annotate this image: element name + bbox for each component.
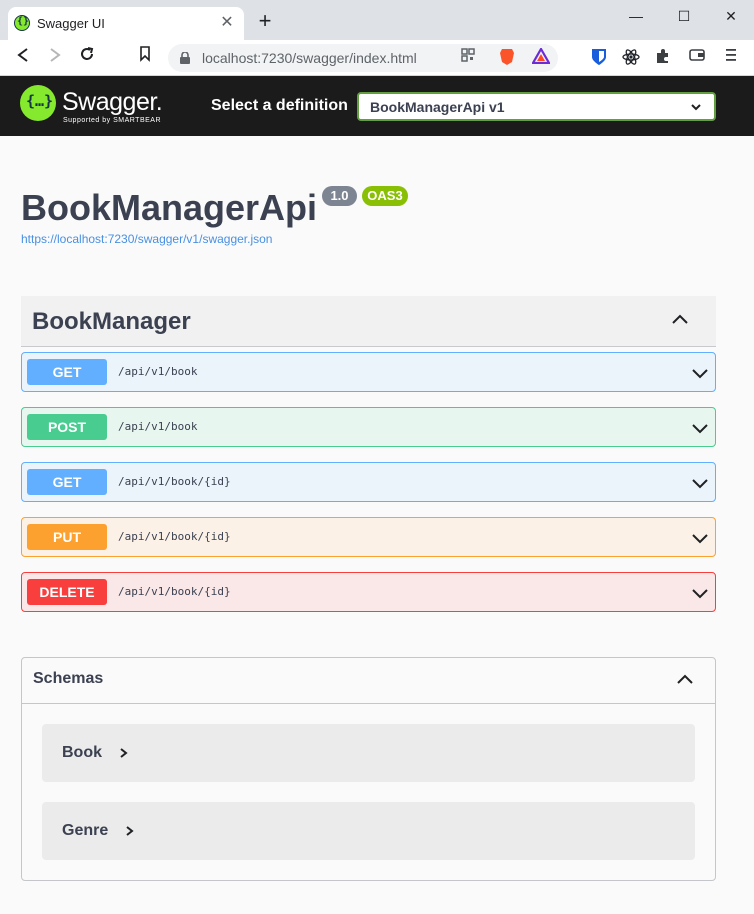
new-tab-button[interactable]: +	[254, 10, 276, 33]
schemas-title: Schemas	[33, 670, 104, 687]
address-bar[interactable]: localhost:7230/swagger/index.html	[168, 44, 558, 72]
oas-badge: OAS3	[362, 186, 408, 206]
model-name: Genre	[62, 822, 109, 839]
method-badge: GET	[27, 359, 107, 385]
method-badge: POST	[27, 414, 107, 440]
chevron-down-icon	[691, 104, 701, 111]
react-devtools-icon[interactable]	[621, 48, 641, 68]
operation-path: /api/v1/book/{id}	[118, 530, 231, 543]
main-content: BookManagerApi 1.0 OAS3 https://localhos…	[0, 136, 754, 914]
swagger-topbar: {…} Swagger. Supported by SMARTBEAR Sele…	[0, 76, 754, 136]
browser-tab[interactable]: Swagger UI ✕	[8, 7, 244, 40]
chevron-up-icon[interactable]	[671, 311, 689, 329]
schemas-section: Schemas Book Genre	[21, 657, 716, 881]
chevron-up-icon[interactable]	[676, 671, 694, 689]
browser-titlebar: Swagger UI ✕ + — ☐ ✕	[0, 0, 754, 40]
chevron-down-icon[interactable]	[691, 529, 709, 547]
model-name: Book	[62, 744, 102, 761]
spec-url-link[interactable]: https://localhost:7230/swagger/v1/swagge…	[21, 232, 272, 246]
tab-title: Swagger UI	[37, 16, 105, 31]
back-icon[interactable]	[11, 46, 35, 70]
reload-icon[interactable]	[75, 46, 99, 70]
operation-put-book[interactable]: PUT /api/v1/book/{id}	[21, 517, 716, 557]
swagger-favicon-icon	[14, 15, 30, 31]
wallet-icon[interactable]	[687, 48, 707, 68]
operation-path: /api/v1/book	[118, 420, 198, 433]
maximize-button[interactable]: ☐	[669, 6, 699, 26]
tag-title: BookManager	[32, 308, 191, 335]
logo-glyph: {…}	[26, 92, 54, 110]
swagger-tagline: Supported by SMARTBEAR	[63, 117, 162, 124]
url-text: localhost:7230/swagger/index.html	[202, 50, 417, 66]
forward-icon[interactable]	[43, 46, 67, 70]
bitwarden-extension-icon[interactable]	[589, 48, 609, 68]
chevron-right-icon[interactable]	[124, 824, 136, 838]
swagger-logo-icon[interactable]: {…}	[20, 85, 56, 121]
select-definition-label: Select a definition	[211, 97, 348, 114]
chevron-down-icon[interactable]	[691, 419, 709, 437]
brave-rewards-icon[interactable]	[531, 46, 551, 68]
definition-select-value: BookManagerApi v1	[370, 99, 505, 115]
operation-get-book-by-id[interactable]: GET /api/v1/book/{id}	[21, 462, 716, 502]
api-title: BookManagerApi	[21, 187, 318, 228]
method-badge: DELETE	[27, 579, 107, 605]
model-book[interactable]: Book	[42, 724, 695, 782]
definition-select[interactable]: BookManagerApi v1	[357, 92, 716, 121]
extensions-puzzle-icon[interactable]	[653, 48, 673, 68]
close-window-button[interactable]: ✕	[716, 6, 746, 26]
model-genre[interactable]: Genre	[42, 802, 695, 860]
operation-delete-book[interactable]: DELETE /api/v1/book/{id}	[21, 572, 716, 612]
operation-get-book[interactable]: GET /api/v1/book	[21, 352, 716, 392]
tab-close-icon[interactable]: ✕	[218, 14, 236, 32]
schemas-header[interactable]: Schemas	[22, 658, 715, 704]
bookmark-icon[interactable]	[133, 46, 157, 70]
method-badge: PUT	[27, 524, 107, 550]
chevron-down-icon[interactable]	[691, 584, 709, 602]
chevron-down-icon[interactable]	[691, 474, 709, 492]
browser-menu-icon[interactable]	[721, 48, 741, 68]
operation-path: /api/v1/book/{id}	[118, 585, 231, 598]
operation-path: /api/v1/book	[118, 365, 198, 378]
chevron-right-icon[interactable]	[118, 746, 130, 760]
lock-icon	[180, 52, 190, 64]
browser-toolbar: localhost:7230/swagger/index.html	[0, 40, 754, 76]
operation-post-book[interactable]: POST /api/v1/book	[21, 407, 716, 447]
version-badge: 1.0	[322, 186, 357, 206]
chevron-down-icon[interactable]	[691, 364, 709, 382]
brave-shield-icon[interactable]	[497, 48, 517, 68]
tag-section-bookmanager[interactable]: BookManager	[21, 296, 716, 347]
minimize-button[interactable]: —	[621, 6, 651, 26]
operation-path: /api/v1/book/{id}	[118, 475, 231, 488]
swagger-brand: Swagger.	[62, 88, 163, 116]
qr-code-icon[interactable]	[458, 48, 478, 68]
method-badge: GET	[27, 469, 107, 495]
